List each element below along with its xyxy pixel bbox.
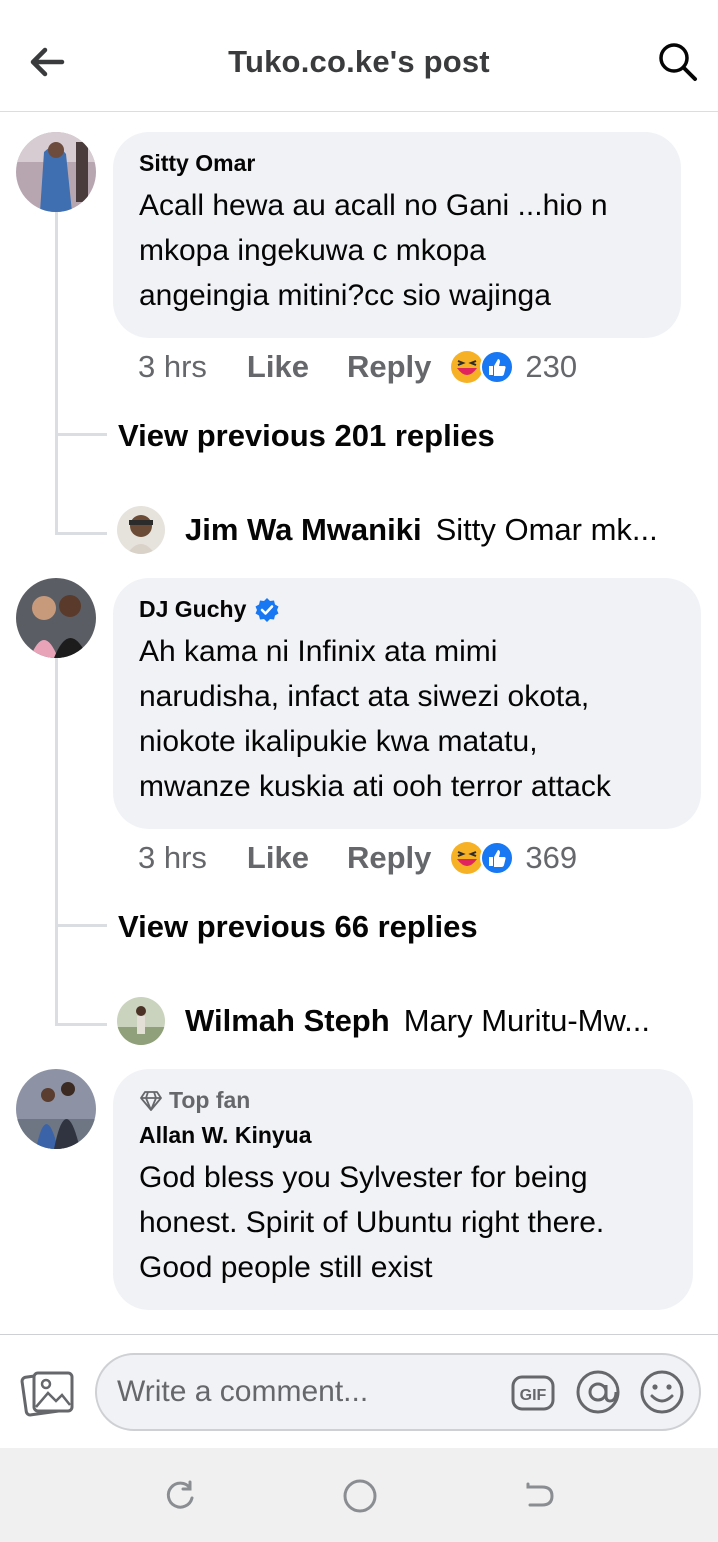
back-nav-icon[interactable] (520, 1476, 560, 1516)
thread-line (55, 656, 58, 1026)
reactions-summary[interactable] (449, 840, 517, 876)
reply-button[interactable]: Reply (347, 349, 431, 385)
comment-input[interactable]: Write a comment... GIF (95, 1353, 701, 1431)
reply-button[interactable]: Reply (347, 840, 431, 876)
home-icon[interactable] (340, 1476, 380, 1516)
haha-reaction-icon (451, 842, 484, 874)
search-icon[interactable] (656, 40, 700, 84)
reaction-count[interactable]: 230 (525, 349, 577, 385)
verified-badge-icon (255, 597, 279, 622)
comment-actions: 3 hrs Like Reply 369 (138, 840, 577, 876)
thread-branch (55, 1023, 107, 1026)
reply-text: Sitty Omar mk... (435, 512, 658, 547)
system-nav-bar (0, 1448, 718, 1542)
diamond-icon (140, 1090, 162, 1111)
top-bar: Tuko.co.ke's post (0, 0, 718, 112)
view-previous-replies-link[interactable]: View previous 66 replies (118, 909, 478, 945)
comment-bubble[interactable]: DJ Guchy Ah kama ni Infinix ata mimi nar… (113, 578, 701, 829)
recent-apps-icon[interactable] (160, 1476, 200, 1516)
page-title: Tuko.co.ke's post (228, 44, 490, 79)
comment-bubble[interactable]: Top fan Allan W. Kinyua God bless you Sy… (113, 1069, 693, 1310)
avatar[interactable] (117, 997, 165, 1045)
reaction-count[interactable]: 369 (525, 840, 577, 876)
comment-author[interactable]: DJ Guchy (139, 596, 675, 623)
thread-branch (55, 433, 107, 436)
thread-branch (55, 532, 107, 535)
view-previous-replies-link[interactable]: View previous 201 replies (118, 418, 495, 454)
latest-reply[interactable]: Jim Wa Mwaniki Sitty Omar mk... (117, 506, 658, 554)
svg-text:GIF: GIF (520, 1387, 547, 1404)
comment-actions: 3 hrs Like Reply 230 (138, 349, 577, 385)
like-reaction-icon (480, 350, 515, 384)
comments-list: Sitty Omar Acall hewa au acall no Gani .… (0, 112, 718, 1334)
avatar[interactable] (117, 506, 165, 554)
comment-text: Ah kama ni Infinix ata mimi narudisha, i… (139, 635, 611, 803)
top-fan-badge: Top fan (139, 1087, 667, 1114)
like-reaction-icon (480, 841, 515, 875)
latest-reply[interactable]: Wilmah Steph Mary Muritu-Mw... (117, 997, 650, 1045)
photo-icon[interactable] (20, 1365, 76, 1421)
avatar[interactable] (16, 578, 96, 658)
like-button[interactable]: Like (247, 840, 309, 876)
gif-icon[interactable]: GIF (511, 1371, 555, 1415)
emoji-icon[interactable] (639, 1369, 685, 1415)
comment-author[interactable]: Sitty Omar (139, 150, 655, 177)
comment-bubble[interactable]: Sitty Omar Acall hewa au acall no Gani .… (113, 132, 681, 338)
comment-input-placeholder[interactable]: Write a comment... (117, 1375, 368, 1409)
reply-author[interactable]: Jim Wa Mwaniki (185, 512, 422, 548)
comment-composer: Write a comment... GIF (0, 1334, 718, 1448)
avatar[interactable] (16, 1069, 96, 1149)
thread-branch (55, 924, 107, 927)
comment-author[interactable]: Allan W. Kinyua (139, 1122, 667, 1149)
comment-text: God bless you Sylvester for being honest… (139, 1161, 605, 1284)
like-button[interactable]: Like (247, 349, 309, 385)
haha-reaction-icon (451, 351, 484, 383)
comment-text: Acall hewa au acall no Gani ...hio n mko… (139, 189, 608, 312)
comment-time[interactable]: 3 hrs (138, 840, 207, 876)
reactions-summary[interactable] (449, 349, 517, 385)
reply-author[interactable]: Wilmah Steph (185, 1003, 390, 1039)
reply-text: Mary Muritu-Mw... (403, 1003, 650, 1038)
avatar[interactable] (16, 132, 96, 212)
at-mention-icon[interactable] (575, 1369, 621, 1415)
comment-time[interactable]: 3 hrs (138, 349, 207, 385)
thread-line (55, 210, 58, 535)
